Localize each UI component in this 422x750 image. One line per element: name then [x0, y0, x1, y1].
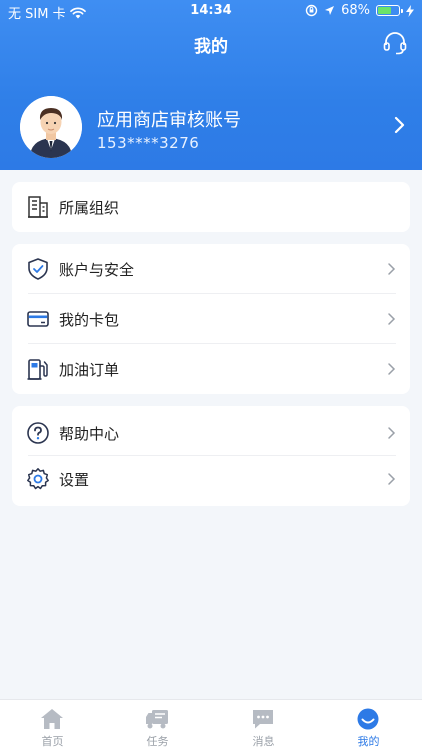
menu-item-card-wallet[interactable]: 我的卡包 — [12, 294, 410, 344]
tab-label: 消息 — [252, 735, 275, 748]
tab-home[interactable]: 首页 — [0, 700, 105, 750]
menu-label: 设置 — [59, 471, 90, 489]
chevron-right-icon — [388, 263, 396, 275]
battery-level — [378, 7, 391, 14]
tab-tasks[interactable]: 任务 — [105, 700, 210, 750]
profile-card[interactable]: 应用商店审核账号 153****3276 — [20, 96, 410, 160]
menu-item-settings[interactable]: 设置 — [12, 454, 410, 504]
tab-label: 首页 — [41, 735, 64, 748]
shield-icon — [28, 258, 48, 280]
orientation-lock-icon — [305, 4, 318, 17]
menu-label: 我的卡包 — [59, 311, 120, 329]
chevron-right-icon — [394, 116, 405, 134]
building-icon — [28, 196, 48, 218]
battery-icon — [376, 5, 403, 16]
gear-icon — [27, 468, 49, 490]
menu-label: 帮助中心 — [59, 425, 120, 443]
fuel-pump-icon — [27, 359, 48, 380]
menu-label: 账户与安全 — [59, 261, 135, 279]
tab-label: 我的 — [357, 735, 380, 748]
truck-icon — [146, 710, 168, 729]
chevron-right-icon — [388, 363, 396, 375]
menu-item-fuel-orders[interactable]: 加油订单 — [12, 344, 410, 394]
charging-icon — [406, 4, 414, 17]
avatar-image — [20, 96, 82, 158]
menu-item-help-center[interactable]: 帮助中心 — [12, 408, 410, 458]
menu-group-account: 账户与安全 我的卡包 加油订单 — [12, 244, 410, 394]
page-title: 我的 — [194, 37, 228, 57]
profile-phone: 153****3276 — [97, 134, 200, 152]
status-right: 68% — [305, 3, 414, 18]
profile-name: 应用商店审核账号 — [97, 110, 241, 131]
menu-label: 所属组织 — [59, 199, 120, 217]
tab-messages[interactable]: 消息 — [211, 700, 316, 750]
tab-profile[interactable]: 我的 — [316, 700, 421, 750]
avatar — [20, 96, 82, 158]
headset-icon[interactable] — [382, 30, 408, 56]
location-icon — [325, 6, 335, 15]
status-bar: 无 SIM 卡 14:34 68% — [0, 0, 422, 24]
menu-group-organization: 所属组织 — [12, 182, 410, 232]
message-icon — [253, 710, 273, 729]
menu-item-account-security[interactable]: 账户与安全 — [12, 244, 410, 294]
home-icon — [41, 709, 63, 729]
menu-label: 加油订单 — [59, 361, 120, 379]
help-icon — [27, 422, 49, 444]
chevron-right-icon — [388, 427, 396, 439]
battery-percent: 68% — [341, 3, 370, 18]
tab-label: 任务 — [146, 735, 169, 748]
chevron-right-icon — [388, 313, 396, 325]
tab-bar: 首页 任务 消息 我的 — [0, 699, 422, 750]
menu-item-organization[interactable]: 所属组织 — [12, 182, 410, 232]
profile-icon — [357, 708, 379, 730]
menu-group-support: 帮助中心 设置 — [12, 406, 410, 506]
card-icon — [27, 311, 49, 327]
chevron-right-icon — [388, 473, 396, 485]
